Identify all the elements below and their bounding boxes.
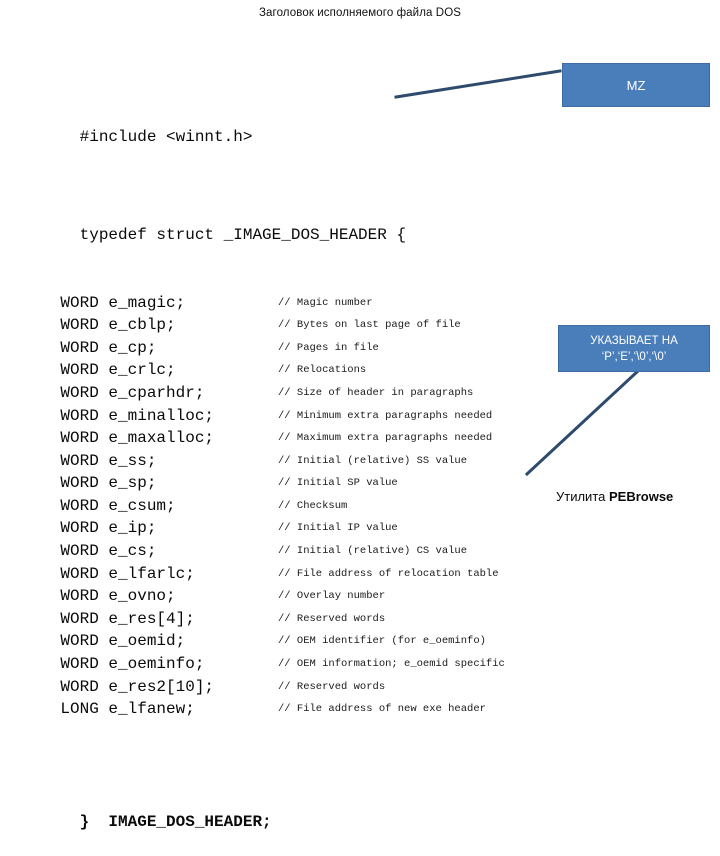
code-field-row: WORD e_ss; // Initial (relative) SS value bbox=[22, 450, 562, 473]
callout-mz-label: MZ bbox=[626, 77, 646, 93]
code-field-row: WORD e_crlc; // Relocations bbox=[22, 359, 562, 382]
code-field-row: WORD e_minalloc; // Minimum extra paragra… bbox=[22, 405, 562, 428]
code-field-comment: // Initial SP value bbox=[278, 477, 398, 490]
pebrowse-tool-name: PEBrowse bbox=[608, 489, 674, 504]
pebrowse-caption-prefix: Утилита bbox=[556, 489, 609, 504]
code-struct-close: } IMAGE_DOS_HEADER; bbox=[79, 813, 272, 832]
code-field-declaration: WORD e_csum; bbox=[22, 496, 176, 515]
code-field-comment: // Initial (relative) SS value bbox=[278, 454, 468, 467]
code-field-comment: // Reserved words bbox=[278, 612, 386, 625]
code-field-row: WORD e_cparhdr; // Size of header in para… bbox=[22, 382, 562, 405]
code-field-comment: // Initial (relative) CS value bbox=[278, 545, 468, 558]
code-field-declaration: WORD e_res2[10]; bbox=[22, 677, 215, 696]
code-field-comment: // File address of new exe header bbox=[278, 703, 486, 716]
code-field-declaration: LONG e_lfanew; bbox=[22, 700, 195, 719]
code-field-comment: // Minimum extra paragraphs needed bbox=[278, 409, 493, 422]
code-field-row: WORD e_ovno; // Overlay number bbox=[22, 585, 562, 608]
code-field-comment: // Reserved words bbox=[278, 680, 386, 693]
code-field-declaration: WORD e_lfarlc; bbox=[22, 564, 195, 583]
code-field-row: WORD e_cs; // Initial (relative) CS value bbox=[22, 540, 562, 563]
code-field-list: WORD e_magic; // Magic number WORD e_cblp… bbox=[22, 292, 562, 721]
code-field-row: WORD e_res2[10]; // Reserved words bbox=[22, 676, 562, 699]
code-line-struct-close: } IMAGE_DOS_HEADER; bbox=[22, 789, 562, 831]
code-field-declaration: WORD e_crlc; bbox=[22, 361, 176, 380]
callout-points-to-line1: УКАЗЫВАЕТ НА bbox=[590, 334, 678, 347]
page-title: Заголовок исполняемого файла DOS bbox=[258, 7, 462, 19]
code-field-declaration: WORD e_cs; bbox=[22, 542, 157, 561]
code-field-row: WORD e_lfarlc; // File address of relocat… bbox=[22, 563, 562, 586]
code-field-comment: // Maximum extra paragraphs needed bbox=[278, 432, 493, 445]
code-field-declaration: WORD e_oeminfo; bbox=[22, 655, 205, 674]
code-field-row: WORD e_maxalloc; // Maximum extra paragra… bbox=[22, 427, 562, 450]
code-field-declaration: WORD e_ovno; bbox=[22, 587, 176, 606]
code-field-comment: // File address of relocation table bbox=[278, 567, 499, 580]
code-field-row: WORD e_sp; // Initial SP value bbox=[22, 472, 562, 495]
callout-points-to[interactable]: УКАЗЫВАЕТ НА ‘P’,‘E’,‘\0’,‘\0’ bbox=[558, 325, 710, 372]
code-field-declaration: WORD e_res[4]; bbox=[22, 609, 195, 628]
callout-mz[interactable]: MZ bbox=[562, 63, 710, 107]
code-field-row: WORD e_cp; // Pages in file bbox=[22, 337, 562, 360]
code-field-comment: // Bytes on last page of file bbox=[278, 319, 461, 332]
code-field-declaration: WORD e_cp; bbox=[22, 338, 157, 357]
code-field-comment: // OEM information; e_oemid specific bbox=[278, 658, 505, 671]
code-field-declaration: WORD e_ip; bbox=[22, 519, 157, 538]
code-field-declaration: WORD e_sp; bbox=[22, 474, 157, 493]
code-field-row: WORD e_ip; // Initial IP value bbox=[22, 517, 562, 540]
code-line-struct-open: typedef struct _IMAGE_DOS_HEADER { bbox=[22, 201, 562, 244]
code-field-declaration: WORD e_ss; bbox=[22, 451, 157, 470]
code-field-comment: // Initial IP value bbox=[278, 522, 398, 535]
code-field-comment: // OEM identifier (for e_oeminfo) bbox=[278, 635, 486, 648]
code-field-comment: // Checksum bbox=[278, 499, 348, 512]
code-field-row: WORD e_oeminfo; // OEM information; e_oem… bbox=[22, 653, 562, 676]
code-field-declaration: WORD e_minalloc; bbox=[22, 406, 215, 425]
code-field-row: WORD e_magic; // Magic number bbox=[22, 292, 562, 315]
code-field-row: LONG e_lfanew; // File address of new exe… bbox=[22, 698, 562, 721]
code-field-declaration: WORD e_maxalloc; bbox=[22, 429, 215, 448]
code-field-comment: // Overlay number bbox=[278, 590, 386, 603]
code-field-declaration: WORD e_cblp; bbox=[22, 316, 176, 335]
code-field-comment: // Size of header in paragraphs bbox=[278, 386, 474, 399]
code-field-declaration: WORD e_cparhdr; bbox=[22, 383, 205, 402]
code-field-row: WORD e_cblp; // Bytes on last page of fil… bbox=[22, 314, 562, 337]
code-field-row: WORD e_oemid; // OEM identifier (for e_oe… bbox=[22, 630, 562, 653]
slide-canvas: Заголовок исполняемого файла DOS #includ… bbox=[0, 0, 720, 831]
code-listing: #include <winnt.h> typedef struct _IMAGE… bbox=[22, 36, 562, 856]
code-line-include: #include <winnt.h> bbox=[22, 104, 562, 146]
code-field-comment: // Relocations bbox=[278, 364, 367, 377]
code-field-comment: // Magic number bbox=[278, 296, 373, 309]
callout-points-to-line2: ‘P’,‘E’,‘\0’,‘\0’ bbox=[601, 350, 667, 363]
code-field-declaration: WORD e_oemid; bbox=[22, 632, 186, 651]
code-field-row: WORD e_csum; // Checksum bbox=[22, 495, 562, 518]
pebrowse-caption: Утилита PEBrowse bbox=[556, 489, 673, 504]
code-field-comment: // Pages in file bbox=[278, 341, 379, 354]
code-field-declaration: WORD e_magic; bbox=[22, 293, 186, 312]
code-field-row: WORD e_res[4]; // Reserved words bbox=[22, 608, 562, 631]
code-include-directive: #include <winnt.h> bbox=[79, 128, 253, 147]
code-struct-declaration: typedef struct _IMAGE_DOS_HEADER { bbox=[79, 225, 407, 244]
